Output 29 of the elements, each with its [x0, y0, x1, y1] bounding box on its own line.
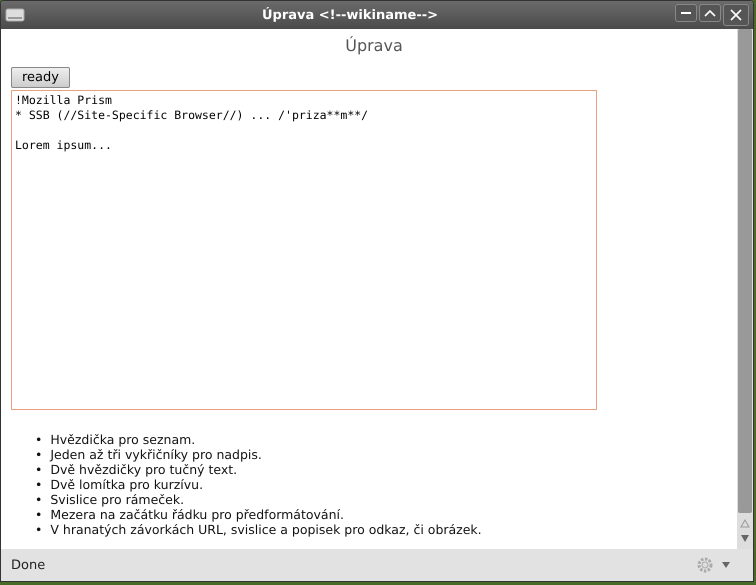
bullet-mark: • [35, 477, 42, 492]
maximize-icon [704, 8, 716, 18]
bullet-mark: • [35, 447, 42, 462]
close-icon [730, 9, 742, 21]
help-text: Hvězdička pro seznam. [50, 432, 196, 447]
bullet-mark: • [35, 522, 42, 537]
close-button[interactable] [723, 4, 749, 26]
drive-icon [5, 7, 25, 23]
scrollbar-thumb[interactable] [738, 29, 752, 513]
scroll-down-icon[interactable] [740, 534, 750, 543]
maximize-button[interactable] [699, 4, 721, 22]
bullet-mark: • [35, 462, 42, 477]
dropdown-caret-icon[interactable] [721, 561, 731, 569]
status-text: Done [11, 558, 46, 572]
page-heading: Úprava [344, 36, 404, 55]
help-text: V hranatých závorkách URL, svislice a popisek pro odkaz, či obrázek. [50, 522, 482, 537]
help-text: Dvě lomítka pro kurzívu. [50, 477, 204, 492]
minimize-button[interactable] [675, 4, 697, 22]
help-text: Mezera na začátku řádku pro předformátování. [50, 507, 344, 522]
help-text: Dvě hvězdičky pro tučný text. [50, 462, 238, 477]
editor-field[interactable]: !Mozilla Prism * SSB (//Site-Specific Browser//) ... /'priza**m**/ Lorem ipsum... [11, 90, 597, 410]
scrollbar[interactable] [737, 29, 753, 549]
bullet-mark: • [35, 432, 42, 447]
bullet-mark: • [35, 507, 42, 522]
window-title: Úprava <!--wikiname--> [260, 8, 440, 22]
help-text: Svislice pro rámeček. [50, 492, 184, 507]
help-text: Jeden až tři vykřičníky pro nadpis. [50, 447, 262, 462]
ready-button[interactable]: ready [11, 67, 70, 88]
bullet-mark: • [35, 492, 42, 507]
